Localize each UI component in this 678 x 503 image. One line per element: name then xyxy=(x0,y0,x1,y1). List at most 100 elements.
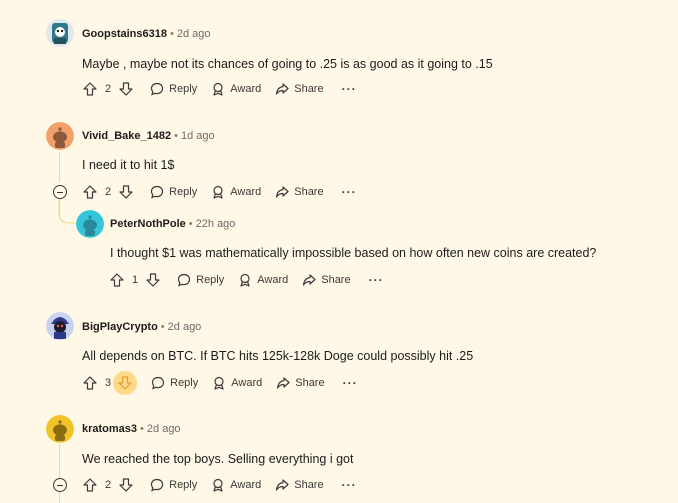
avatar[interactable] xyxy=(46,19,74,47)
share-label: Share xyxy=(321,274,351,286)
separator: • xyxy=(160,321,165,333)
vote-group: 3 xyxy=(80,371,138,395)
reply-button[interactable]: Reply xyxy=(150,82,197,96)
reply-label: Reply xyxy=(169,479,198,491)
more-options-button[interactable]: ··· xyxy=(369,273,384,287)
snoo-avatar-icon xyxy=(46,19,74,47)
reply-icon xyxy=(152,376,165,390)
share-button[interactable]: Share xyxy=(302,273,351,287)
award-icon xyxy=(213,82,223,96)
avatar[interactable] xyxy=(76,210,104,238)
comment-actions: 1 Reply Award Share ··· xyxy=(107,268,384,292)
more-options-button[interactable]: ··· xyxy=(342,82,357,96)
author-name[interactable]: kratomas3 xyxy=(82,423,137,435)
reply-button[interactable]: Reply xyxy=(151,376,198,390)
comment-text: I need it to hit 1$ xyxy=(82,158,175,172)
award-button[interactable]: Award xyxy=(211,82,261,96)
share-icon xyxy=(303,274,316,286)
share-button[interactable]: Share xyxy=(275,82,324,96)
reply-button[interactable]: Reply xyxy=(177,273,224,287)
author-name[interactable]: Vivid_Bake_1482 xyxy=(82,130,171,142)
avatar[interactable] xyxy=(46,415,74,443)
avatar[interactable] xyxy=(46,122,74,150)
downvote-icon xyxy=(118,376,132,390)
comment-text: We reached the top boys. Selling everyth… xyxy=(82,452,354,466)
more-options-button[interactable]: ··· xyxy=(342,185,357,199)
thread-line xyxy=(59,152,60,182)
snoo-avatar-icon xyxy=(76,210,104,238)
upvote-button[interactable] xyxy=(80,79,100,99)
upvote-button[interactable] xyxy=(80,182,100,202)
share-icon xyxy=(276,479,289,491)
timestamp[interactable]: 1d ago xyxy=(181,130,215,142)
downvote-button[interactable] xyxy=(143,270,163,290)
upvote-button[interactable] xyxy=(80,475,100,495)
share-button[interactable]: Share xyxy=(275,478,324,492)
downvote-icon xyxy=(119,478,133,492)
award-button[interactable]: Award xyxy=(211,185,261,199)
comment-meta: Goopstains6318 • 2d ago xyxy=(82,27,211,41)
timestamp[interactable]: 2d ago xyxy=(177,28,211,40)
comment-actions: 2 Reply Award Share ··· xyxy=(80,180,357,204)
separator: • xyxy=(174,130,178,142)
minus-icon xyxy=(57,484,63,486)
upvote-button[interactable] xyxy=(80,373,100,393)
timestamp[interactable]: 2d ago xyxy=(168,321,202,333)
downvote-icon xyxy=(146,273,160,287)
downvote-button[interactable] xyxy=(113,371,138,395)
share-icon xyxy=(276,186,289,198)
award-label: Award xyxy=(230,479,262,491)
downvote-button[interactable] xyxy=(116,79,136,99)
snoo-avatar-icon xyxy=(46,415,74,443)
more-options-button[interactable]: ··· xyxy=(343,376,358,390)
award-icon xyxy=(240,273,250,287)
upvote-icon xyxy=(83,82,97,96)
comment-actions: 2 Reply Award Share ··· xyxy=(80,77,357,101)
vote-count: 2 xyxy=(105,83,112,95)
reply-icon xyxy=(151,82,164,96)
vote-group: 1 xyxy=(107,270,163,290)
avatar[interactable] xyxy=(46,312,74,340)
award-button[interactable]: Award xyxy=(211,478,261,492)
downvote-icon xyxy=(119,185,133,199)
award-icon xyxy=(213,185,223,199)
minus-icon xyxy=(57,191,63,193)
vote-group: 2 xyxy=(80,182,136,202)
share-label: Share xyxy=(294,479,324,491)
award-button[interactable]: Award xyxy=(212,376,262,390)
timestamp[interactable]: 2d ago xyxy=(147,423,181,435)
separator: • xyxy=(188,218,193,230)
vote-count: 3 xyxy=(105,377,112,389)
award-button[interactable]: Award xyxy=(238,273,288,287)
upvote-icon xyxy=(83,185,97,199)
comment-text: Maybe , maybe not its chances of going t… xyxy=(82,57,493,71)
upvote-button[interactable] xyxy=(107,270,127,290)
share-button[interactable]: Share xyxy=(275,185,324,199)
downvote-button[interactable] xyxy=(116,182,136,202)
more-options-button[interactable]: ··· xyxy=(342,478,357,492)
comment-text: I thought $1 was mathematically impossib… xyxy=(110,246,597,260)
award-label: Award xyxy=(257,274,289,286)
downvote-button[interactable] xyxy=(116,475,136,495)
comment-meta: kratomas3 • 2d ago xyxy=(82,422,181,436)
downvote-icon xyxy=(119,82,133,96)
vote-group: 2 xyxy=(80,79,136,99)
vote-count: 2 xyxy=(105,479,112,491)
reply-button[interactable]: Reply xyxy=(150,185,197,199)
award-label: Award xyxy=(230,186,262,198)
award-label: Award xyxy=(231,377,263,389)
snoo-avatar-icon xyxy=(46,312,74,340)
collapse-thread-button[interactable] xyxy=(53,185,67,199)
upvote-icon xyxy=(110,273,124,287)
author-name[interactable]: BigPlayCrypto xyxy=(82,321,158,333)
comment-actions: 2 Reply Award Share ··· xyxy=(80,473,357,497)
share-label: Share xyxy=(294,186,324,198)
collapse-thread-button[interactable] xyxy=(53,478,67,492)
share-button[interactable]: Share xyxy=(276,376,325,390)
author-name[interactable]: Goopstains6318 xyxy=(82,28,167,40)
reply-button[interactable]: Reply xyxy=(150,478,197,492)
author-name[interactable]: PeterNothPole xyxy=(110,218,186,230)
reply-label: Reply xyxy=(196,274,225,286)
timestamp[interactable]: 22h ago xyxy=(196,218,236,230)
vote-count: 2 xyxy=(105,186,112,198)
